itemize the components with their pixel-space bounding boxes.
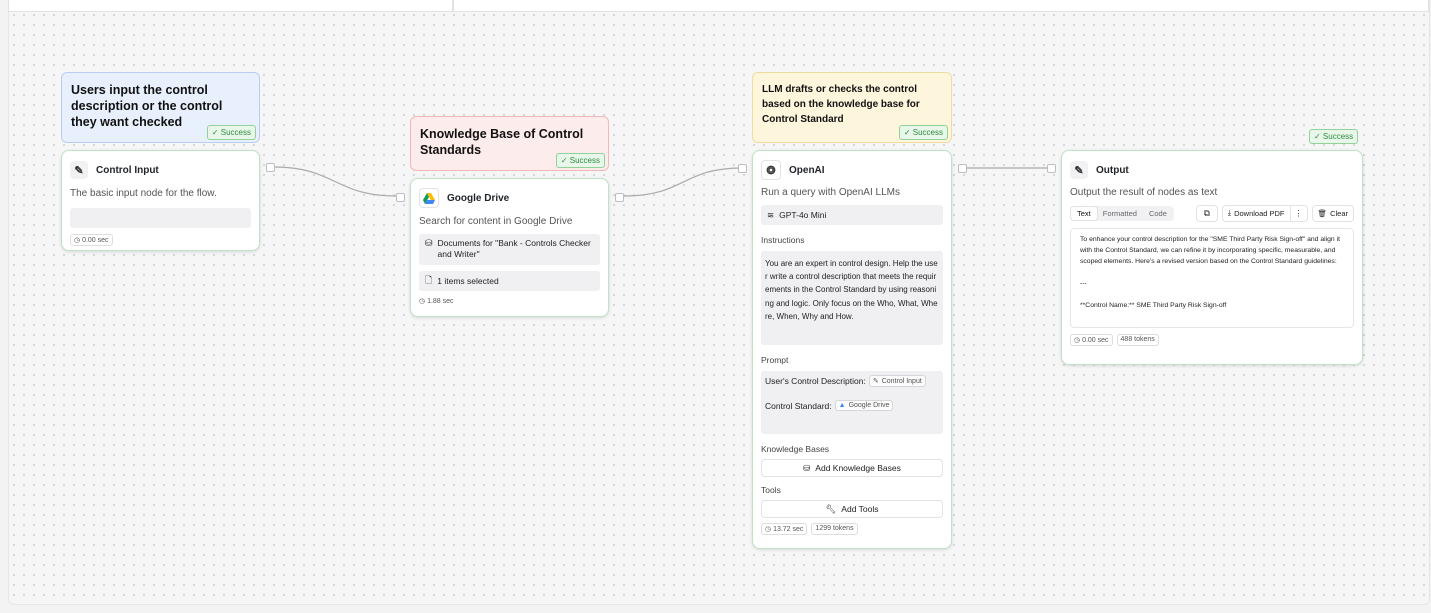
result-control-name: **Control Name:** SME Third Party Risk S… (1080, 301, 1227, 309)
control-input-node[interactable]: ✎ Control Input The basic input node for… (61, 150, 260, 251)
google-drive-node[interactable]: Google Drive Search for content in Googl… (410, 178, 609, 317)
output-node[interactable]: ✎ Output Output the result of nodes as t… (1061, 150, 1363, 365)
note-llm-text: LLM drafts or checks the control based o… (762, 84, 920, 125)
tab-text[interactable]: Text (1071, 206, 1097, 220)
node-title: Output (1096, 164, 1129, 176)
clear-label: Clear (1330, 208, 1348, 218)
openai-node[interactable]: ❂ OpenAI Run a query with OpenAI LLMs ≋ … (752, 150, 952, 549)
trash-icon: 🗑︎ (1317, 208, 1328, 218)
wrench-icon: 🔧︎ (825, 503, 837, 514)
note-knowledge-base[interactable]: Knowledge Base of Control Standards ✓ Su… (410, 116, 609, 171)
download-icon: ⤓ (1227, 208, 1232, 217)
pencil-icon: ✎ (872, 378, 879, 385)
model-label: GPT-4o Mini (779, 210, 827, 220)
documents-selector[interactable]: ⛁ Documents for "Bank - Controls Checker… (419, 234, 600, 265)
output-result-textarea[interactable]: To enhance your control description for … (1070, 228, 1354, 328)
google-drive-icon (419, 188, 439, 208)
tab-code[interactable]: Code (1143, 207, 1173, 220)
pencil-icon: ✎ (1070, 161, 1088, 179)
view-tabs: Text Formatted Code (1070, 205, 1174, 221)
tab-formatted[interactable]: Formatted (1097, 207, 1143, 220)
token-badge: 488 tokens (1116, 334, 1159, 346)
time-value: 1.88 sec (427, 298, 454, 305)
note-user-input[interactable]: Users input the control description or t… (61, 72, 260, 143)
input-handle[interactable] (738, 164, 747, 173)
node-description: Run a query with OpenAI LLMs (761, 187, 900, 198)
add-knowledge-bases-button[interactable]: ⛁ Add Knowledge Bases (761, 459, 943, 477)
output-handle[interactable] (615, 193, 624, 202)
time-badge: ◷ 0.00 sec (70, 234, 113, 246)
instructions-textarea[interactable]: You are an expert in control design. Hel… (761, 251, 943, 345)
status-badge: ✓ Success (206, 125, 256, 140)
node-title: Google Drive (447, 192, 510, 204)
clear-button[interactable]: 🗑︎ Clear (1311, 204, 1354, 222)
node-description: The basic input node for the flow. (70, 188, 217, 199)
node-description: Search for content in Google Drive (419, 216, 573, 227)
documents-label: Documents for "Bank - Controls Checker a… (437, 238, 591, 259)
top-left-panel (8, 0, 453, 12)
time-value: 0.00 sec (1082, 337, 1109, 344)
copy-button[interactable]: ⧉ (1195, 204, 1218, 222)
clock-icon: ◷ (74, 237, 83, 244)
tools-label: Tools (761, 485, 781, 495)
result-separator: --- (1080, 279, 1087, 287)
output-handle[interactable] (266, 163, 275, 172)
node-title: OpenAI (789, 164, 825, 176)
google-drive-reference[interactable]: ▲ Google Drive (834, 400, 894, 411)
openai-icon: ❂ (761, 160, 781, 180)
file-icon: 🗋 (425, 275, 433, 285)
status-badge: ✓ Success (898, 125, 948, 140)
status-badge: ✓ Success (555, 153, 605, 168)
add-knowledge-bases-label: Add Knowledge Bases (815, 463, 901, 473)
reference-label: Google Drive (848, 402, 890, 409)
time-badge: ◷ 0.00 sec (1070, 334, 1113, 346)
copy-icon: ⧉ (1203, 207, 1210, 218)
node-description: Output the result of nodes as text (1070, 187, 1218, 198)
reference-label: Control Input (881, 377, 922, 385)
input-handle[interactable] (396, 193, 405, 202)
node-title: Control Input (96, 164, 159, 176)
time-badge: ◷ 13.72 sec (761, 523, 808, 535)
note-user-input-text: Users input the control description or t… (71, 83, 223, 129)
clock-icon: ◷ (765, 526, 774, 533)
model-selector[interactable]: ≋ GPT-4o Mini (761, 205, 943, 225)
control-input-field[interactable] (70, 208, 251, 228)
download-pdf-label: Download PDF (1234, 208, 1285, 218)
status-badge: ✓ Success (1309, 129, 1359, 144)
prompt-label: Prompt (761, 355, 789, 365)
instructions-label: Instructions (761, 235, 805, 245)
token-badge: 1299 tokens (811, 523, 858, 535)
add-tools-button[interactable]: 🔧︎ Add Tools (761, 500, 943, 518)
pencil-icon: ✎ (70, 161, 88, 179)
items-selected[interactable]: 🗋 1 items selected (419, 271, 600, 291)
time-badge: ◷ 1.88 sec (419, 297, 454, 305)
clock-icon: ◷ (419, 298, 428, 305)
clock-icon: ◷ (1074, 337, 1083, 344)
input-handle[interactable] (1047, 164, 1056, 173)
database-icon: ⛁ (803, 462, 811, 473)
add-tools-label: Add Tools (841, 504, 879, 514)
download-pdf-button[interactable]: ⤓ Download PDF (1221, 204, 1290, 222)
more-options-button[interactable]: ⋮ (1289, 204, 1308, 222)
google-drive-icon: ▲ (838, 402, 846, 409)
layers-icon: ≋ (767, 209, 775, 220)
result-paragraph: To enhance your control description for … (1080, 236, 1340, 266)
database-icon: ⛁ (425, 238, 433, 248)
prompt-line-1: User's Control Description: (765, 376, 866, 386)
prompt-editor[interactable]: User's Control Description: ✎ Control Inp… (761, 371, 943, 434)
time-value: 0.00 sec (82, 237, 109, 244)
prompt-line-2: Control Standard: (765, 400, 832, 411)
note-llm[interactable]: LLM drafts or checks the control based o… (752, 72, 952, 143)
output-handle[interactable] (958, 164, 967, 173)
knowledge-bases-label: Knowledge Bases (761, 444, 830, 454)
control-input-reference[interactable]: ✎ Control Input (868, 375, 926, 387)
items-selected-label: 1 items selected (437, 276, 499, 286)
top-right-panel (453, 0, 1429, 12)
time-value: 13.72 sec (773, 526, 804, 533)
